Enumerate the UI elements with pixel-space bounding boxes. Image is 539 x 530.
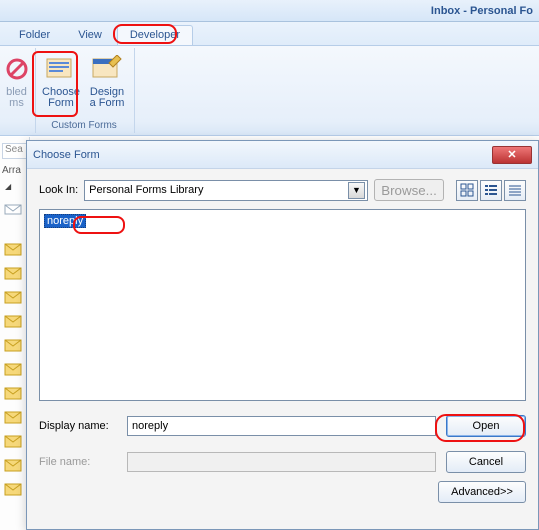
mail-icon[interactable] <box>4 243 22 256</box>
ribbon-group-custom-forms: ChooseForm Designa Form Custom Forms <box>36 48 135 133</box>
close-button[interactable]: ✕ <box>492 146 532 164</box>
display-name-value: noreply <box>132 420 168 432</box>
window-title: Inbox - Personal Fo <box>431 5 533 17</box>
mail-icon[interactable] <box>4 411 22 424</box>
chevron-down-icon: ▼ <box>348 182 365 199</box>
choose-form-button[interactable]: ChooseForm <box>40 50 82 119</box>
file-name-label: File name: <box>39 456 117 468</box>
ribbon-button-label: Designa Form <box>90 87 125 109</box>
open-button[interactable]: Open <box>446 415 526 437</box>
ribbon-button-label: ChooseForm <box>42 87 80 109</box>
arrange-label: Arra <box>2 165 27 176</box>
lookin-value: Personal Forms Library <box>89 184 203 196</box>
view-large-icons-button[interactable] <box>456 180 478 201</box>
ribbon: bledms ChooseForm Designa Form Custom Fo… <box>0 46 539 136</box>
mail-icon[interactable] <box>4 459 22 472</box>
browse-button: Browse... <box>374 179 444 201</box>
form-icon <box>45 53 77 85</box>
form-list[interactable]: noreply <box>39 209 526 401</box>
ribbon-group-label <box>15 119 18 131</box>
tab-view[interactable]: View <box>65 25 115 45</box>
view-details-button[interactable] <box>504 180 526 201</box>
display-name-row: Display name: noreply Open <box>39 415 526 437</box>
ribbon-button-label: bledms <box>6 87 27 109</box>
mail-icon[interactable] <box>4 387 22 400</box>
mail-icon[interactable] <box>4 339 22 352</box>
design-icon <box>91 53 123 85</box>
mail-icon[interactable] <box>4 315 22 328</box>
lookin-row: Look In: Personal Forms Library ▼ Browse… <box>39 179 526 201</box>
mail-icon[interactable] <box>4 483 22 496</box>
ribbon-group-partial: bledms <box>0 48 36 133</box>
advanced-button[interactable]: Advanced>> <box>438 481 526 503</box>
cancel-button[interactable]: Cancel <box>446 451 526 473</box>
blocked-icon <box>1 53 33 85</box>
choose-form-dialog: Choose Form ✕ Look In: Personal Forms Li… <box>26 140 539 530</box>
mail-open-icon[interactable] <box>4 202 22 215</box>
mail-icon[interactable] <box>4 267 22 280</box>
dialog-title: Choose Form <box>33 149 100 161</box>
mail-icon[interactable] <box>4 435 22 448</box>
list-item[interactable]: noreply <box>44 214 86 228</box>
lookin-select[interactable]: Personal Forms Library ▼ <box>84 180 368 201</box>
design-form-button[interactable]: Designa Form <box>86 50 128 119</box>
ribbon-button-disabled: bledms <box>2 50 32 119</box>
file-name-field <box>127 452 436 472</box>
tab-developer[interactable]: Developer <box>117 25 193 45</box>
dialog-titlebar: Choose Form ✕ <box>27 141 538 169</box>
display-name-field[interactable]: noreply <box>127 416 436 436</box>
tab-folder[interactable]: Folder <box>6 25 63 45</box>
display-name-label: Display name: <box>39 420 117 432</box>
view-buttons <box>456 180 526 201</box>
window-titlebar: Inbox - Personal Fo <box>0 0 539 22</box>
ribbon-group-label: Custom Forms <box>51 119 117 131</box>
collapse-icon[interactable]: ◢ <box>5 182 24 191</box>
search-input[interactable]: Sea <box>2 143 27 159</box>
lookin-label: Look In: <box>39 184 78 196</box>
view-list-button[interactable] <box>480 180 502 201</box>
file-name-row: File name: Cancel <box>39 451 526 473</box>
dialog-body: Look In: Personal Forms Library ▼ Browse… <box>27 169 538 511</box>
mail-icon[interactable] <box>4 363 22 376</box>
close-icon: ✕ <box>507 148 516 161</box>
ribbon-tabs: Folder View Developer <box>0 22 539 46</box>
mail-icon[interactable] <box>4 291 22 304</box>
